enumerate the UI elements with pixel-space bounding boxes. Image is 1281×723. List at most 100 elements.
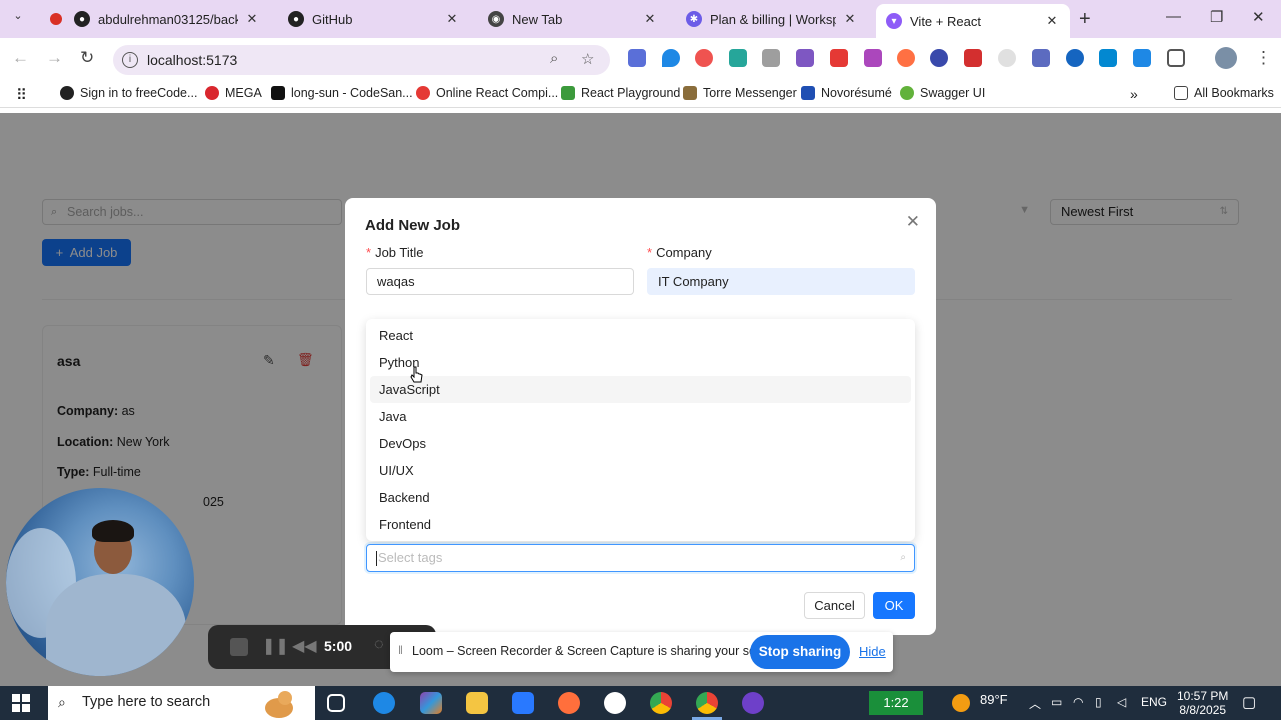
- close-icon[interactable]: ✕: [906, 212, 920, 232]
- tag-option-javascript[interactable]: JavaScript: [370, 376, 911, 403]
- new-tab-plus-icon[interactable]: +: [1079, 8, 1091, 31]
- taskbar-timer[interactable]: 1:22: [869, 691, 923, 715]
- weather-sun-icon: [952, 694, 970, 712]
- language-indicator[interactable]: ENG: [1141, 695, 1167, 709]
- bookmark-online-react-compiler[interactable]: Online React Compi...: [416, 86, 558, 100]
- bookmark-torre-messenger[interactable]: Torre Messenger: [683, 86, 797, 100]
- camera-extension-icon[interactable]: [762, 49, 780, 67]
- tag-option-frontend[interactable]: Frontend: [370, 511, 911, 538]
- bookmark-novoresume[interactable]: Novorésumé: [801, 86, 892, 100]
- tab-search-chevron-icon[interactable]: ⌄: [8, 9, 28, 29]
- window-close-icon[interactable]: ✕: [1252, 8, 1265, 26]
- extension-icon[interactable]: [998, 49, 1016, 67]
- taskbar-clock[interactable]: 10:57 PM 8/8/2025: [1177, 689, 1228, 717]
- extension-icon[interactable]: [964, 49, 982, 67]
- loom-timer: 5:00: [324, 638, 353, 654]
- restart-icon[interactable]: ◀◀: [292, 636, 317, 656]
- site-info-icon[interactable]: i: [122, 52, 138, 68]
- copilot-icon[interactable]: [420, 692, 442, 714]
- stop-recording-icon[interactable]: [230, 638, 248, 656]
- extension-icon[interactable]: [864, 49, 882, 67]
- more-menu-icon[interactable]: ⋮: [1255, 48, 1272, 68]
- bookmark-mega[interactable]: MEGA: [205, 86, 262, 100]
- hide-link[interactable]: Hide: [859, 644, 886, 659]
- forward-arrow-icon[interactable]: →: [46, 48, 63, 68]
- job-title-input[interactable]: waqas: [366, 268, 634, 295]
- restore-icon[interactable]: ❐: [1210, 8, 1223, 26]
- reload-icon[interactable]: ↻: [80, 48, 94, 68]
- chevron-right-icon[interactable]: »: [1130, 86, 1138, 102]
- extension-icon[interactable]: [1099, 49, 1117, 67]
- bookmark-star-icon[interactable]: ☆: [581, 50, 594, 68]
- download-extension-icon[interactable]: [1133, 49, 1151, 67]
- close-icon[interactable]: ✕: [444, 11, 460, 27]
- close-icon[interactable]: ✕: [842, 11, 858, 27]
- bookmark-codesandbox[interactable]: long-sun - CodeSan...: [271, 86, 413, 100]
- cancel-button[interactable]: Cancel: [804, 592, 865, 619]
- webcam-person-hair: [92, 520, 134, 542]
- tag-option-uiux[interactable]: UI/UX: [370, 457, 911, 484]
- stop-sharing-button[interactable]: Stop sharing: [750, 635, 850, 669]
- droplet-extension-icon[interactable]: [662, 49, 680, 67]
- tag-option-backend[interactable]: Backend: [370, 484, 911, 511]
- extension-icon[interactable]: [729, 49, 747, 67]
- notifications-icon[interactable]: ▢: [1242, 693, 1256, 711]
- chrome-icon[interactable]: [696, 692, 718, 714]
- bookmark-freecodecamp[interactable]: Sign in to freeCode...: [60, 86, 197, 100]
- tab-plan-billing[interactable]: ✱ Plan & billing | Workspace ✕: [676, 4, 868, 34]
- extension-icon[interactable]: [796, 49, 814, 67]
- weather-temperature[interactable]: 89°F: [980, 692, 1008, 707]
- tab-new-tab[interactable]: ◉ New Tab ✕: [478, 4, 668, 34]
- extension-icon[interactable]: [695, 49, 713, 67]
- app-icon[interactable]: [604, 692, 626, 714]
- file-explorer-icon[interactable]: [466, 692, 488, 714]
- tag-option-react[interactable]: React: [370, 322, 911, 349]
- company-input[interactable]: IT Company: [647, 268, 915, 295]
- task-view-icon[interactable]: [327, 694, 345, 712]
- volume-icon[interactable]: ◁: [1117, 695, 1126, 709]
- chrome-icon[interactable]: [650, 692, 672, 714]
- tag-option-devops[interactable]: DevOps: [370, 430, 911, 457]
- github-desktop-icon[interactable]: [742, 692, 764, 714]
- tab-vite-react[interactable]: ▾ Vite + React ✕: [876, 4, 1070, 38]
- drag-handle-icon[interactable]: ‖: [398, 643, 403, 657]
- battery-icon[interactable]: ▯: [1095, 695, 1102, 709]
- zoom-extension-icon[interactable]: [930, 49, 948, 67]
- bookmark-swagger-ui[interactable]: Swagger UI: [900, 86, 985, 100]
- pen-extension-icon[interactable]: [830, 49, 848, 67]
- webcam-bubble[interactable]: [6, 488, 194, 676]
- tag-option-python[interactable]: Python: [370, 349, 911, 376]
- ok-button[interactable]: OK: [873, 592, 915, 619]
- all-bookmarks[interactable]: All Bookmarks: [1174, 86, 1274, 100]
- edge-icon[interactable]: [373, 692, 395, 714]
- extension-icon[interactable]: [1032, 49, 1050, 67]
- close-icon[interactable]: ✕: [642, 11, 658, 27]
- back-arrow-icon[interactable]: ←: [12, 48, 29, 68]
- network-icon[interactable]: ▭: [1051, 695, 1062, 709]
- puzzle-extensions-icon[interactable]: [1167, 49, 1185, 67]
- tab-github[interactable]: ● GitHub ✕: [278, 4, 470, 34]
- wifi-icon[interactable]: ◠: [1073, 695, 1083, 709]
- extension-icon[interactable]: [897, 49, 915, 67]
- profile-avatar[interactable]: [1215, 47, 1237, 69]
- minimize-icon[interactable]: —: [1166, 8, 1181, 25]
- chevron-up-icon[interactable]: ︿: [1029, 695, 1041, 712]
- search-icon[interactable]: ⌕: [550, 50, 558, 67]
- apps-grid-icon[interactable]: ⠿: [16, 86, 27, 104]
- tag-option-java[interactable]: Java: [370, 403, 911, 430]
- tab-github-backend[interactable]: ● abdulrehman03125/backe ✕: [40, 4, 270, 34]
- windows-start-icon[interactable]: [12, 694, 30, 712]
- close-icon[interactable]: ✕: [1044, 13, 1060, 29]
- pause-icon[interactable]: ❚❚: [262, 636, 289, 656]
- cancel-recording-icon[interactable]: ◌: [374, 636, 384, 654]
- address-bar[interactable]: i localhost:5173 ⌕ ☆: [113, 45, 610, 75]
- postman-icon[interactable]: [558, 692, 580, 714]
- bookmark-label: long-sun - CodeSan...: [291, 86, 413, 100]
- extension-icon[interactable]: [1066, 49, 1084, 67]
- vscode-icon[interactable]: [512, 692, 534, 714]
- tags-select-input[interactable]: Select tags ⌕: [366, 544, 915, 572]
- label-text: Company: [656, 245, 712, 260]
- close-icon[interactable]: ✕: [244, 11, 260, 27]
- tab-search-extension-icon[interactable]: [628, 49, 646, 67]
- bookmark-react-playground[interactable]: React Playground: [561, 86, 680, 100]
